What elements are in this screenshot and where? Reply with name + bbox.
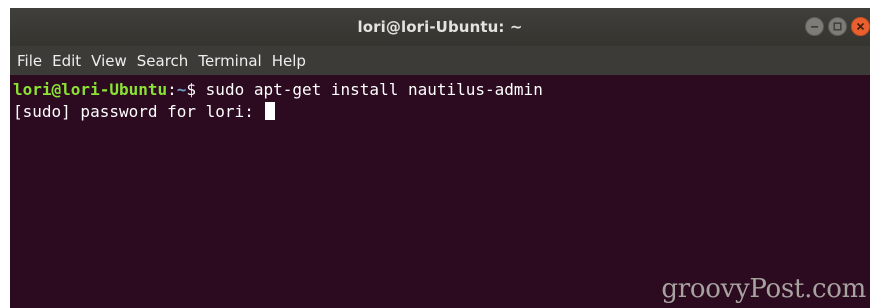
prompt-path: ~ <box>176 80 187 99</box>
terminal-line-command: lori@lori-Ubuntu:~$ sudo apt-get install… <box>13 79 870 101</box>
command-text: sudo apt-get install nautilus-admin <box>205 80 543 99</box>
minimize-button[interactable] <box>805 17 824 36</box>
window-controls <box>805 17 870 36</box>
password-prompt-text: [sudo] password for lori: <box>13 102 264 121</box>
menu-view[interactable]: View <box>91 52 127 70</box>
watermark: groovyPost.com <box>661 274 866 304</box>
title-bar[interactable]: lori@lori-Ubuntu: ~ <box>10 8 870 46</box>
window-title: lori@lori-Ubuntu: ~ <box>357 18 523 36</box>
close-icon <box>856 22 865 31</box>
prompt-user-host: lori@lori-Ubuntu <box>13 80 168 99</box>
prompt-separator: : <box>167 80 177 99</box>
menu-terminal[interactable]: Terminal <box>198 52 261 70</box>
menu-file[interactable]: File <box>17 52 42 70</box>
terminal-line-password-prompt: [sudo] password for lori: <box>13 101 870 123</box>
menu-help[interactable]: Help <box>272 52 306 70</box>
menu-search[interactable]: Search <box>137 52 189 70</box>
menu-bar: File Edit View Search Terminal Help <box>10 46 870 75</box>
maximize-button[interactable] <box>828 17 847 36</box>
terminal-window: lori@lori-Ubuntu: ~ File Edit View Searc… <box>10 8 870 308</box>
minimize-icon <box>811 26 818 28</box>
maximize-icon <box>833 22 842 31</box>
close-button[interactable] <box>851 17 870 36</box>
prompt-symbol: $ <box>186 80 206 99</box>
text-cursor <box>265 102 276 120</box>
menu-edit[interactable]: Edit <box>52 52 81 70</box>
